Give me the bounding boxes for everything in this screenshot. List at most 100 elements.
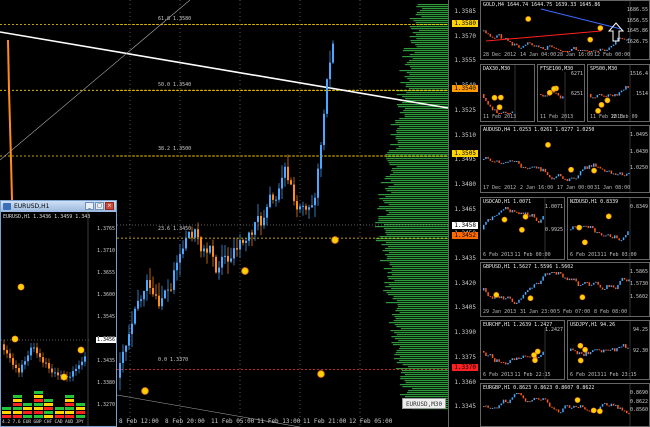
mini-candle	[614, 94, 616, 97]
mini-chart[interactable]: DAX30,M30 11 Feb 2013	[480, 64, 535, 122]
main-price-scale[interactable]: 1.3585 1.3570 1.3555 1.3540 1.3525 1.3510 1.34…	[448, 0, 478, 427]
mini-candle	[496, 160, 498, 162]
mini-candle	[588, 410, 591, 412]
mini-candle	[522, 355, 525, 358]
mini-candle	[579, 49, 582, 51]
mini-candle	[618, 92, 621, 96]
mini-candle	[513, 210, 516, 212]
maximize-button[interactable]: □	[95, 202, 104, 210]
mini-candle	[502, 209, 505, 211]
mini-candle	[489, 407, 492, 409]
mini-candle	[616, 94, 618, 96]
mini-price-tick: 6251	[570, 91, 583, 97]
mini-candle	[600, 350, 603, 353]
mini-candle	[502, 399, 505, 404]
mini-candle	[509, 209, 511, 213]
mini-candle	[571, 177, 573, 179]
meter-bar	[65, 399, 74, 402]
mini-candle	[485, 30, 487, 34]
mini-candle	[522, 45, 525, 48]
mini-chart[interactable]: NZDUSD,H1 0.8339 0.8349 6 Feb 2013 11 Feb 0…	[567, 197, 650, 260]
mini-candle	[489, 296, 492, 298]
mini-candle	[609, 234, 612, 237]
mini-candle	[623, 38, 626, 40]
mini-candle	[581, 352, 583, 354]
meter-column	[23, 402, 32, 418]
mini-candle	[502, 111, 505, 113]
meter-bar	[44, 415, 53, 418]
window-candle-body	[72, 371, 74, 377]
mini-candle	[489, 354, 492, 356]
mini-candle	[535, 166, 538, 169]
mini-candle	[566, 179, 569, 182]
mini-candle	[623, 277, 626, 280]
mini-candle	[538, 398, 540, 400]
mini-candle	[518, 45, 520, 48]
mini-chart[interactable]: FTSE100,M30 6271 6251 11 Feb 2013	[537, 64, 585, 122]
meter-bar	[65, 411, 74, 414]
mini-zigzag-marker	[582, 346, 588, 353]
meter-bar	[65, 403, 74, 406]
resistance-line	[540, 8, 622, 30]
mini-candle	[496, 359, 498, 363]
mini-candle	[573, 47, 575, 49]
meter-column	[54, 406, 64, 418]
mini-chart[interactable]: GOLD,H4 1644.74 1644.75 1639.33 1645.86 1…	[480, 0, 650, 60]
mini-candle	[562, 408, 564, 413]
mini-zigzag-marker	[551, 86, 557, 92]
meter-bar	[33, 395, 43, 398]
mini-candle	[511, 397, 514, 400]
mini-candle	[566, 405, 569, 407]
mini-time-label: 17 Jan 00:00	[557, 185, 594, 191]
mini-candle	[612, 94, 614, 97]
mini-chart[interactable]: EURCHF,H1 1.2639 1.2427 1.2427 6 Feb 2013 1…	[480, 320, 565, 380]
minimize-button[interactable]: _	[85, 202, 94, 210]
mini-candle	[509, 399, 511, 404]
mini-candle	[571, 278, 573, 281]
window-price-tag: 1.3456	[95, 337, 116, 343]
mini-candle	[573, 177, 575, 179]
mini-candle	[560, 272, 562, 274]
mini-candle	[612, 285, 615, 288]
mini-price-tick: 1.2427	[544, 327, 563, 333]
mini-chart[interactable]: USDCAD,H1 1.0071 1.0071 0.9925 6 Feb 2013 11…	[480, 197, 565, 260]
window-title-bar[interactable]: EURUSD,H1 _ □ ×	[1, 201, 116, 212]
mini-chart[interactable]: SP500,M30 1516.4 1514 11 Feb 2013 12 Feb 09	[587, 64, 650, 122]
eurusd-h1-window[interactable]: EURUSD,H1 _ □ × EURUSD,H1 1.3436 1.3459 …	[0, 200, 117, 427]
mini-zigzag-marker	[597, 408, 603, 415]
mini-chart[interactable]: GBPUSD,H1 1.5627 1.5596 1.5602 1.5865 1.57…	[480, 262, 650, 317]
meter-bar	[12, 399, 22, 402]
mini-candle	[529, 356, 531, 358]
mini-candle	[546, 46, 549, 50]
close-button[interactable]: ×	[105, 202, 114, 210]
mini-candle	[555, 47, 558, 49]
window-candle-body	[42, 357, 44, 363]
mini-candle	[627, 347, 629, 349]
mini-price-tick: 0.8690	[629, 390, 648, 396]
mini-candle	[498, 359, 500, 362]
mini-candle	[518, 212, 520, 215]
mini-time-label: 12 Feb 00:00	[594, 52, 631, 58]
mini-chart[interactable]: EURGBP,H1 0.8623 0.8623 0.8607 0.8622 0.8…	[480, 383, 650, 427]
mini-candle	[601, 404, 604, 407]
meter-bar	[75, 411, 85, 414]
mini-price-tick: 0.8560	[629, 407, 648, 414]
mini-candle	[587, 351, 590, 355]
mini-candle	[608, 47, 610, 50]
mini-zigzag-marker	[501, 216, 508, 223]
window-candle-body	[6, 350, 8, 354]
mini-candle	[621, 407, 624, 411]
mini-candle	[513, 358, 516, 361]
mini-candle	[533, 397, 536, 401]
mini-candle	[540, 167, 542, 172]
mini-candle	[533, 284, 536, 288]
mini-candle	[606, 285, 608, 290]
mini-chart[interactable]: USDJPY,H1 94.26 94.25 92.30 6 Feb 2013 11 Fe…	[567, 320, 650, 380]
mini-candle	[524, 291, 527, 295]
time-axis-label: 8 Feb 20:00	[165, 418, 205, 425]
mini-chart[interactable]: AUDUSD,H4 1.0253 1.0261 1.0277 1.0250 1.0…	[480, 125, 650, 193]
window-candle-body	[81, 361, 83, 366]
mini-candle	[533, 214, 536, 218]
mini-candle	[557, 174, 560, 177]
mini-price-tick: 0.8349	[629, 204, 648, 210]
